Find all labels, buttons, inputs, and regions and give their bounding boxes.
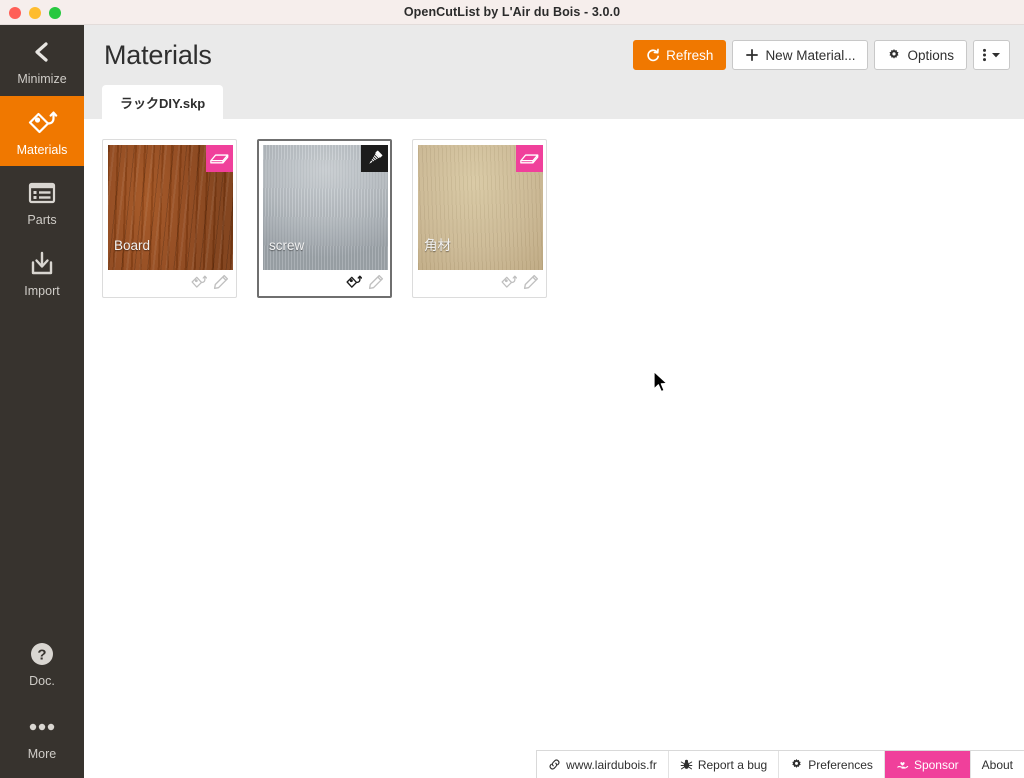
zoom-button[interactable] (49, 6, 61, 19)
refresh-button[interactable]: Refresh (633, 40, 727, 70)
materials-paint-icon (26, 108, 58, 138)
minimize-button[interactable] (29, 6, 41, 19)
material-type-badge-solid-wood (206, 145, 233, 172)
bug-icon (680, 758, 693, 771)
sidebar-item-doc[interactable]: ? Doc. (0, 627, 84, 694)
new-material-label: New Material... (765, 47, 856, 63)
new-material-button[interactable]: New Material... (732, 40, 869, 70)
content-area: Board screw 角材 (84, 119, 1024, 778)
sidebar-item-label: Minimize (17, 72, 67, 86)
tab-bar: ラックDIY.skp (84, 85, 1024, 119)
gear-icon (887, 48, 901, 62)
footer-sponsor[interactable]: Sponsor (884, 751, 971, 778)
footer-label: Report a bug (697, 757, 768, 772)
sidebar-item-label: Import (24, 283, 60, 298)
svg-text:?: ? (37, 647, 46, 664)
gear-icon (790, 758, 803, 771)
screw-icon (365, 149, 384, 168)
tab-label: ラックDIY.skp (120, 95, 206, 111)
options-button[interactable]: Options (874, 40, 967, 70)
material-card-actions (108, 270, 231, 294)
material-thumbnail: 角材 (418, 145, 543, 270)
pencil-icon[interactable] (523, 274, 539, 290)
options-label: Options (907, 47, 954, 63)
pencil-icon[interactable] (368, 274, 384, 290)
sidebar-item-more[interactable]: More (0, 694, 84, 771)
heart-hand-icon (896, 758, 909, 771)
solid-wood-icon (210, 151, 229, 166)
material-card[interactable]: 角材 (412, 139, 547, 298)
footer-preferences[interactable]: Preferences (779, 751, 885, 778)
close-button[interactable] (9, 6, 21, 19)
sidebar-item-label: Parts (27, 213, 57, 227)
material-card[interactable]: screw (257, 139, 392, 298)
footer-label: Preferences (808, 757, 873, 772)
sidebar-item-import[interactable]: Import (0, 237, 84, 308)
overflow-menu-button[interactable] (973, 40, 1010, 70)
vertical-ellipsis-icon (982, 47, 987, 63)
paint-bucket-icon[interactable] (190, 274, 207, 290)
footer-report-bug[interactable]: Report a bug (669, 751, 780, 778)
material-thumbnail: Board (108, 145, 233, 270)
chevron-left-icon (31, 37, 53, 67)
window-controls (9, 0, 61, 25)
sidebar-item-parts[interactable]: Parts (0, 166, 84, 237)
import-download-icon (28, 249, 56, 279)
refresh-icon (646, 48, 660, 62)
sidebar-item-materials[interactable]: Materials (0, 95, 84, 166)
footer-about[interactable]: About (971, 751, 1024, 778)
toolbar-actions: Refresh New Material... Options (633, 40, 1010, 70)
window-titlebar: OpenCutList by L'Air du Bois - 3.0.0 (0, 0, 1024, 25)
footer-label: About (981, 757, 1013, 772)
tab-rackdiy-skp[interactable]: ラックDIY.skp (102, 85, 224, 119)
material-thumbnail: screw (263, 145, 388, 270)
sidebar-item-label: Doc. (29, 674, 55, 688)
status-footer: www.lairdubois.fr Report a bug Preferenc… (536, 750, 1024, 778)
sidebar-item-minimize[interactable]: Minimize (0, 25, 84, 96)
materials-grid: Board screw 角材 (84, 119, 1024, 318)
toolbar: Materials Refresh New Material... Option… (84, 25, 1024, 85)
pencil-icon[interactable] (213, 274, 229, 290)
sidebar-bottom-group: ? Doc. More (0, 627, 84, 778)
chevron-down-icon (991, 51, 1001, 59)
parts-list-icon (27, 178, 57, 208)
material-name: Board (114, 237, 151, 253)
footer-label: www.lairdubois.fr (566, 757, 657, 772)
material-card-actions (418, 270, 541, 294)
footer-label: Sponsor (913, 757, 959, 772)
application-window: OpenCutList by L'Air du Bois - 3.0.0 Min… (0, 0, 1024, 778)
link-icon (548, 758, 561, 771)
main-panel: Materials Refresh New Material... Option… (84, 25, 1024, 778)
ellipsis-icon (27, 712, 57, 742)
material-name: screw (269, 237, 305, 253)
footer-link-website[interactable]: www.lairdubois.fr (537, 751, 669, 778)
question-circle-icon: ? (28, 639, 56, 669)
sidebar-top-group: Minimize Materials Parts Import (0, 25, 84, 307)
paint-bucket-icon[interactable] (500, 274, 517, 290)
plus-icon (745, 48, 759, 62)
paint-bucket-icon[interactable] (345, 274, 362, 290)
sidebar-item-label: Materials (16, 142, 68, 157)
sidebar: Minimize Materials Parts Import ? Doc. M… (0, 25, 84, 778)
window-title: OpenCutList by L'Air du Bois - 3.0.0 (403, 5, 621, 19)
material-card-actions (263, 270, 386, 294)
material-name: 角材 (424, 237, 451, 253)
material-type-badge-solid-wood (516, 145, 543, 172)
sidebar-item-label: More (27, 746, 57, 761)
page-title: Materials (104, 39, 212, 70)
material-card[interactable]: Board (102, 139, 237, 298)
material-type-badge-hardware (361, 145, 388, 172)
refresh-label: Refresh (666, 47, 714, 63)
solid-wood-icon (520, 151, 539, 166)
